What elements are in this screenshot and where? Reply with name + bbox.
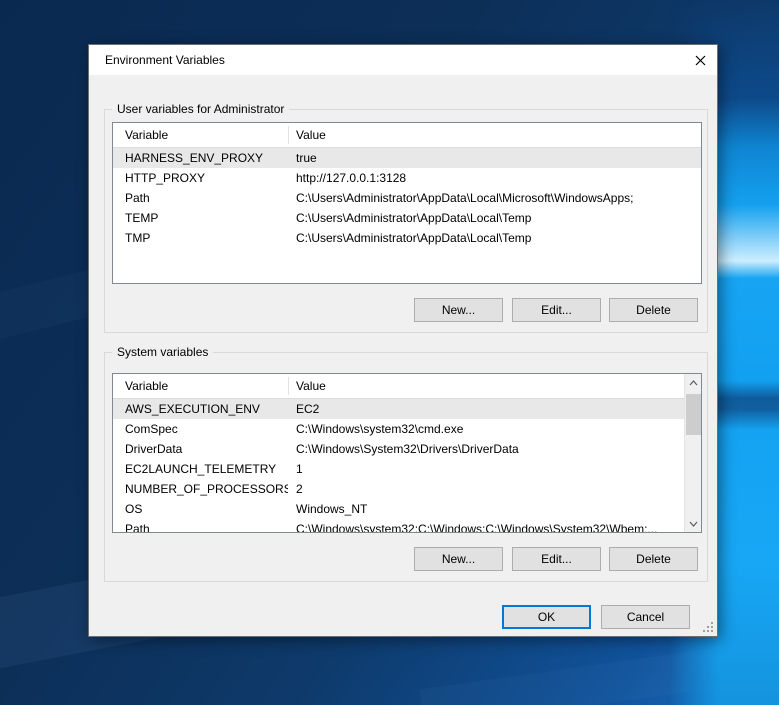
table-row[interactable]: OS Windows_NT	[113, 499, 684, 519]
value-cell: http://127.0.0.1:3128	[288, 168, 701, 188]
scrollbar-down-button[interactable]	[685, 515, 702, 532]
value-cell: C:\Windows\system32\cmd.exe	[288, 419, 684, 439]
variable-cell: EC2LAUNCH_TELEMETRY	[113, 459, 288, 479]
value-cell: C:\Users\Administrator\AppData\Local\Tem…	[288, 228, 701, 248]
table-row[interactable]: ComSpec C:\Windows\system32\cmd.exe	[113, 419, 684, 439]
variable-cell: HARNESS_ENV_PROXY	[113, 148, 288, 168]
table-row[interactable]: HARNESS_ENV_PROXY true	[113, 148, 701, 168]
user-variables-table: Variable Value HARNESS_ENV_PROXY true HT…	[112, 122, 702, 284]
scroll-up-icon	[689, 380, 698, 386]
system-variables-group: System variables Variable Value AWS_EXEC…	[104, 352, 708, 582]
value-cell: 2	[288, 479, 684, 499]
system-edit-button[interactable]: Edit...	[512, 547, 601, 571]
column-header-variable[interactable]: Variable	[113, 379, 288, 393]
value-cell: C:\Windows\System32\Drivers\DriverData	[288, 439, 684, 459]
environment-variables-dialog: Environment Variables User variables for…	[88, 44, 718, 637]
table-row[interactable]: EC2LAUNCH_TELEMETRY 1	[113, 459, 684, 479]
system-delete-button[interactable]: Delete	[609, 547, 698, 571]
table-row[interactable]: TEMP C:\Users\Administrator\AppData\Loca…	[113, 208, 701, 228]
variable-cell: ComSpec	[113, 419, 288, 439]
column-separator[interactable]	[288, 377, 289, 395]
resize-grip-icon[interactable]	[703, 622, 714, 633]
desktop: Environment Variables User variables for…	[0, 0, 779, 705]
variable-cell: AWS_EXECUTION_ENV	[113, 399, 288, 419]
table-header: Variable Value	[113, 123, 701, 148]
vertical-scrollbar[interactable]	[684, 374, 701, 532]
table-header: Variable Value	[113, 374, 684, 399]
value-cell: Windows_NT	[288, 499, 684, 519]
value-cell: true	[288, 148, 701, 168]
column-header-value[interactable]: Value	[288, 128, 701, 142]
scroll-down-icon	[689, 521, 698, 527]
system-variables-group-label: System variables	[112, 344, 213, 360]
dialog-title: Environment Variables	[89, 53, 225, 67]
table-row[interactable]: HTTP_PROXY http://127.0.0.1:3128	[113, 168, 701, 188]
table-row[interactable]: NUMBER_OF_PROCESSORS 2	[113, 479, 684, 499]
column-header-value[interactable]: Value	[288, 379, 684, 393]
variable-cell: TEMP	[113, 208, 288, 228]
user-edit-button[interactable]: Edit...	[512, 298, 601, 322]
scrollbar-up-button[interactable]	[685, 374, 702, 391]
table-row[interactable]: AWS_EXECUTION_ENV EC2	[113, 399, 684, 419]
table-row[interactable]: Path C:\Users\Administrator\AppData\Loca…	[113, 188, 701, 208]
system-variables-table: Variable Value AWS_EXECUTION_ENV EC2 Com…	[112, 373, 702, 533]
value-cell: C:\Users\Administrator\AppData\Local\Mic…	[288, 188, 701, 208]
scrollbar-thumb[interactable]	[686, 394, 701, 435]
column-separator[interactable]	[288, 126, 289, 144]
user-variables-group: User variables for Administrator Variabl…	[104, 109, 708, 333]
variable-cell: OS	[113, 499, 288, 519]
variable-cell: Path	[113, 519, 288, 533]
value-cell: C:\Windows\system32;C:\Windows;C:\Window…	[288, 519, 684, 533]
user-new-button[interactable]: New...	[414, 298, 503, 322]
cancel-button[interactable]: Cancel	[601, 605, 690, 629]
ok-button[interactable]: OK	[502, 605, 591, 629]
variable-cell: HTTP_PROXY	[113, 168, 288, 188]
variable-cell: DriverData	[113, 439, 288, 459]
user-delete-button[interactable]: Delete	[609, 298, 698, 322]
close-icon	[695, 55, 706, 66]
title-bar[interactable]: Environment Variables	[89, 45, 717, 75]
variable-cell: Path	[113, 188, 288, 208]
system-new-button[interactable]: New...	[414, 547, 503, 571]
column-header-variable[interactable]: Variable	[113, 128, 288, 142]
table-row[interactable]: TMP C:\Users\Administrator\AppData\Local…	[113, 228, 701, 248]
variable-cell: TMP	[113, 228, 288, 248]
table-row[interactable]: Path C:\Windows\system32;C:\Windows;C:\W…	[113, 519, 684, 533]
value-cell: C:\Users\Administrator\AppData\Local\Tem…	[288, 208, 701, 228]
close-button[interactable]	[683, 45, 717, 75]
variable-cell: NUMBER_OF_PROCESSORS	[113, 479, 288, 499]
table-row[interactable]: DriverData C:\Windows\System32\Drivers\D…	[113, 439, 684, 459]
value-cell: EC2	[288, 399, 684, 419]
user-variables-group-label: User variables for Administrator	[112, 101, 289, 117]
value-cell: 1	[288, 459, 684, 479]
